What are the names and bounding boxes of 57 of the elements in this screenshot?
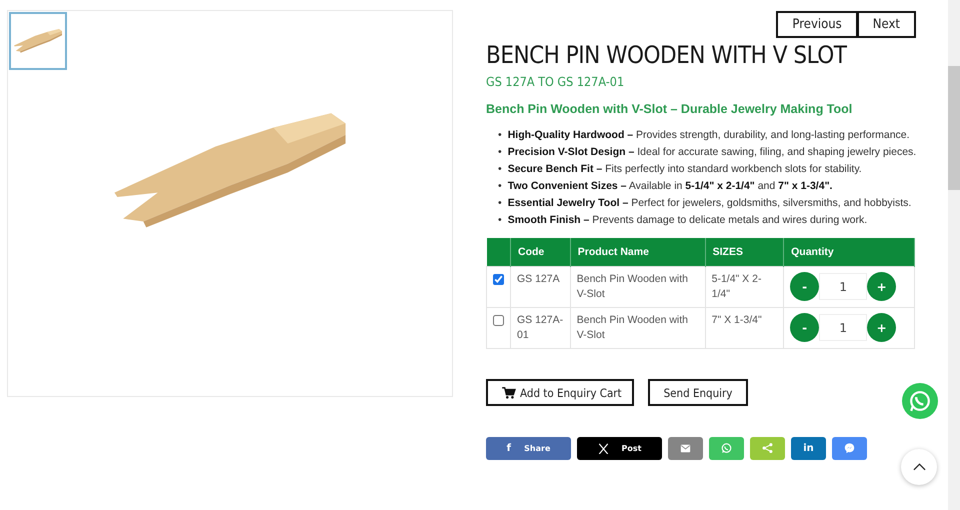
email-icon: [680, 443, 691, 454]
decrement-button[interactable]: -: [790, 272, 820, 301]
quantity-field[interactable]: 1: [819, 314, 868, 341]
whatsapp-share-button[interactable]: [709, 437, 744, 460]
bullet-marker: •: [498, 128, 502, 142]
increment-button[interactable]: +: [867, 272, 896, 301]
whatsapp-chat-button[interactable]: [902, 383, 938, 419]
feature-item: Two Convenient Sizes – Available in 5-1/4" x 2-1/4" and 7" x 1-3/4".: [508, 178, 832, 192]
send-enquiry-button[interactable]: Send Enquiry: [648, 379, 748, 406]
decrement-button[interactable]: -: [790, 313, 820, 342]
chevron-up-icon: [912, 463, 926, 471]
messenger-share-button[interactable]: [832, 437, 867, 460]
row-checkbox[interactable]: [493, 315, 504, 326]
column-header: Code: [510, 238, 570, 266]
feature-item: Smooth Finish – Prevents damage to delicate metals and wires during work.: [508, 212, 868, 226]
nav-button[interactable]: Previous: [776, 11, 858, 38]
increment-button[interactable]: +: [867, 313, 896, 342]
column-header: SIZES: [705, 238, 784, 266]
share-button[interactable]: [750, 437, 785, 460]
column-header: Quantity: [784, 238, 914, 266]
row-checkbox[interactable]: [493, 274, 504, 285]
back-to-top-button[interactable]: [901, 449, 937, 485]
bullet-marker: •: [498, 212, 502, 226]
scrollbar-thumb[interactable]: [948, 66, 960, 190]
feature-item: High-Quality Hardwood – Provides strength, durability, and long-lasting performance.: [508, 128, 910, 142]
feature-item: Essential Jewelry Tool – Perfect for jewelers, goldsmiths, silversmiths, and hobbyists.: [508, 196, 912, 210]
product-name-cell: Bench Pin Wooden with V-Slot: [570, 266, 706, 308]
code-cell: GS 127A: [510, 266, 570, 308]
x-post-button[interactable]: Post: [577, 437, 662, 460]
sharethis-icon: [762, 443, 773, 454]
product-title: BENCH PIN WOODEN WITH V SLOT: [486, 41, 846, 69]
size-cell: 5-1/4" X 2-1/4": [705, 266, 784, 308]
whatsapp-icon: [721, 443, 732, 454]
feature-item: Precision V-Slot Design – Ideal for accurate sawing, filing, and shaping jewelry pieces.: [508, 144, 916, 158]
x-icon: [598, 443, 608, 454]
thumbnail-image[interactable]: [9, 12, 67, 70]
cart-icon: [502, 386, 516, 398]
product-name-cell: Bench Pin Wooden with V-Slot: [570, 308, 706, 348]
size-cell: 7" X 1-3/4": [705, 308, 784, 348]
facebook-share-button[interactable]: f Share: [486, 437, 571, 460]
header-cell: [486, 238, 510, 266]
bullet-marker: •: [498, 162, 502, 176]
bullet-marker: •: [498, 196, 502, 210]
whatsapp-icon: [909, 390, 931, 412]
email-share-button[interactable]: [668, 437, 703, 460]
add-to-cart-button[interactable]: Add to Enquiry Cart: [486, 379, 634, 406]
bullet-marker: •: [498, 178, 502, 192]
code-range: GS 127A TO GS 127A-01: [486, 74, 624, 89]
product-tagline: Bench Pin Wooden with V-Slot – Durable Jewelry Making Tool: [486, 102, 852, 116]
quantity-field[interactable]: 1: [819, 273, 868, 300]
bullet-marker: •: [498, 144, 502, 158]
nav-button[interactable]: Next: [858, 11, 916, 38]
linkedin-share-button[interactable]: in: [791, 437, 826, 460]
code-cell: GS 127A-01: [510, 308, 570, 348]
column-header: Product Name: [570, 238, 706, 266]
messenger-icon: [844, 443, 855, 454]
feature-item: Secure Bench Fit – Fits perfectly into standard workbench slots for stability.: [508, 162, 862, 176]
